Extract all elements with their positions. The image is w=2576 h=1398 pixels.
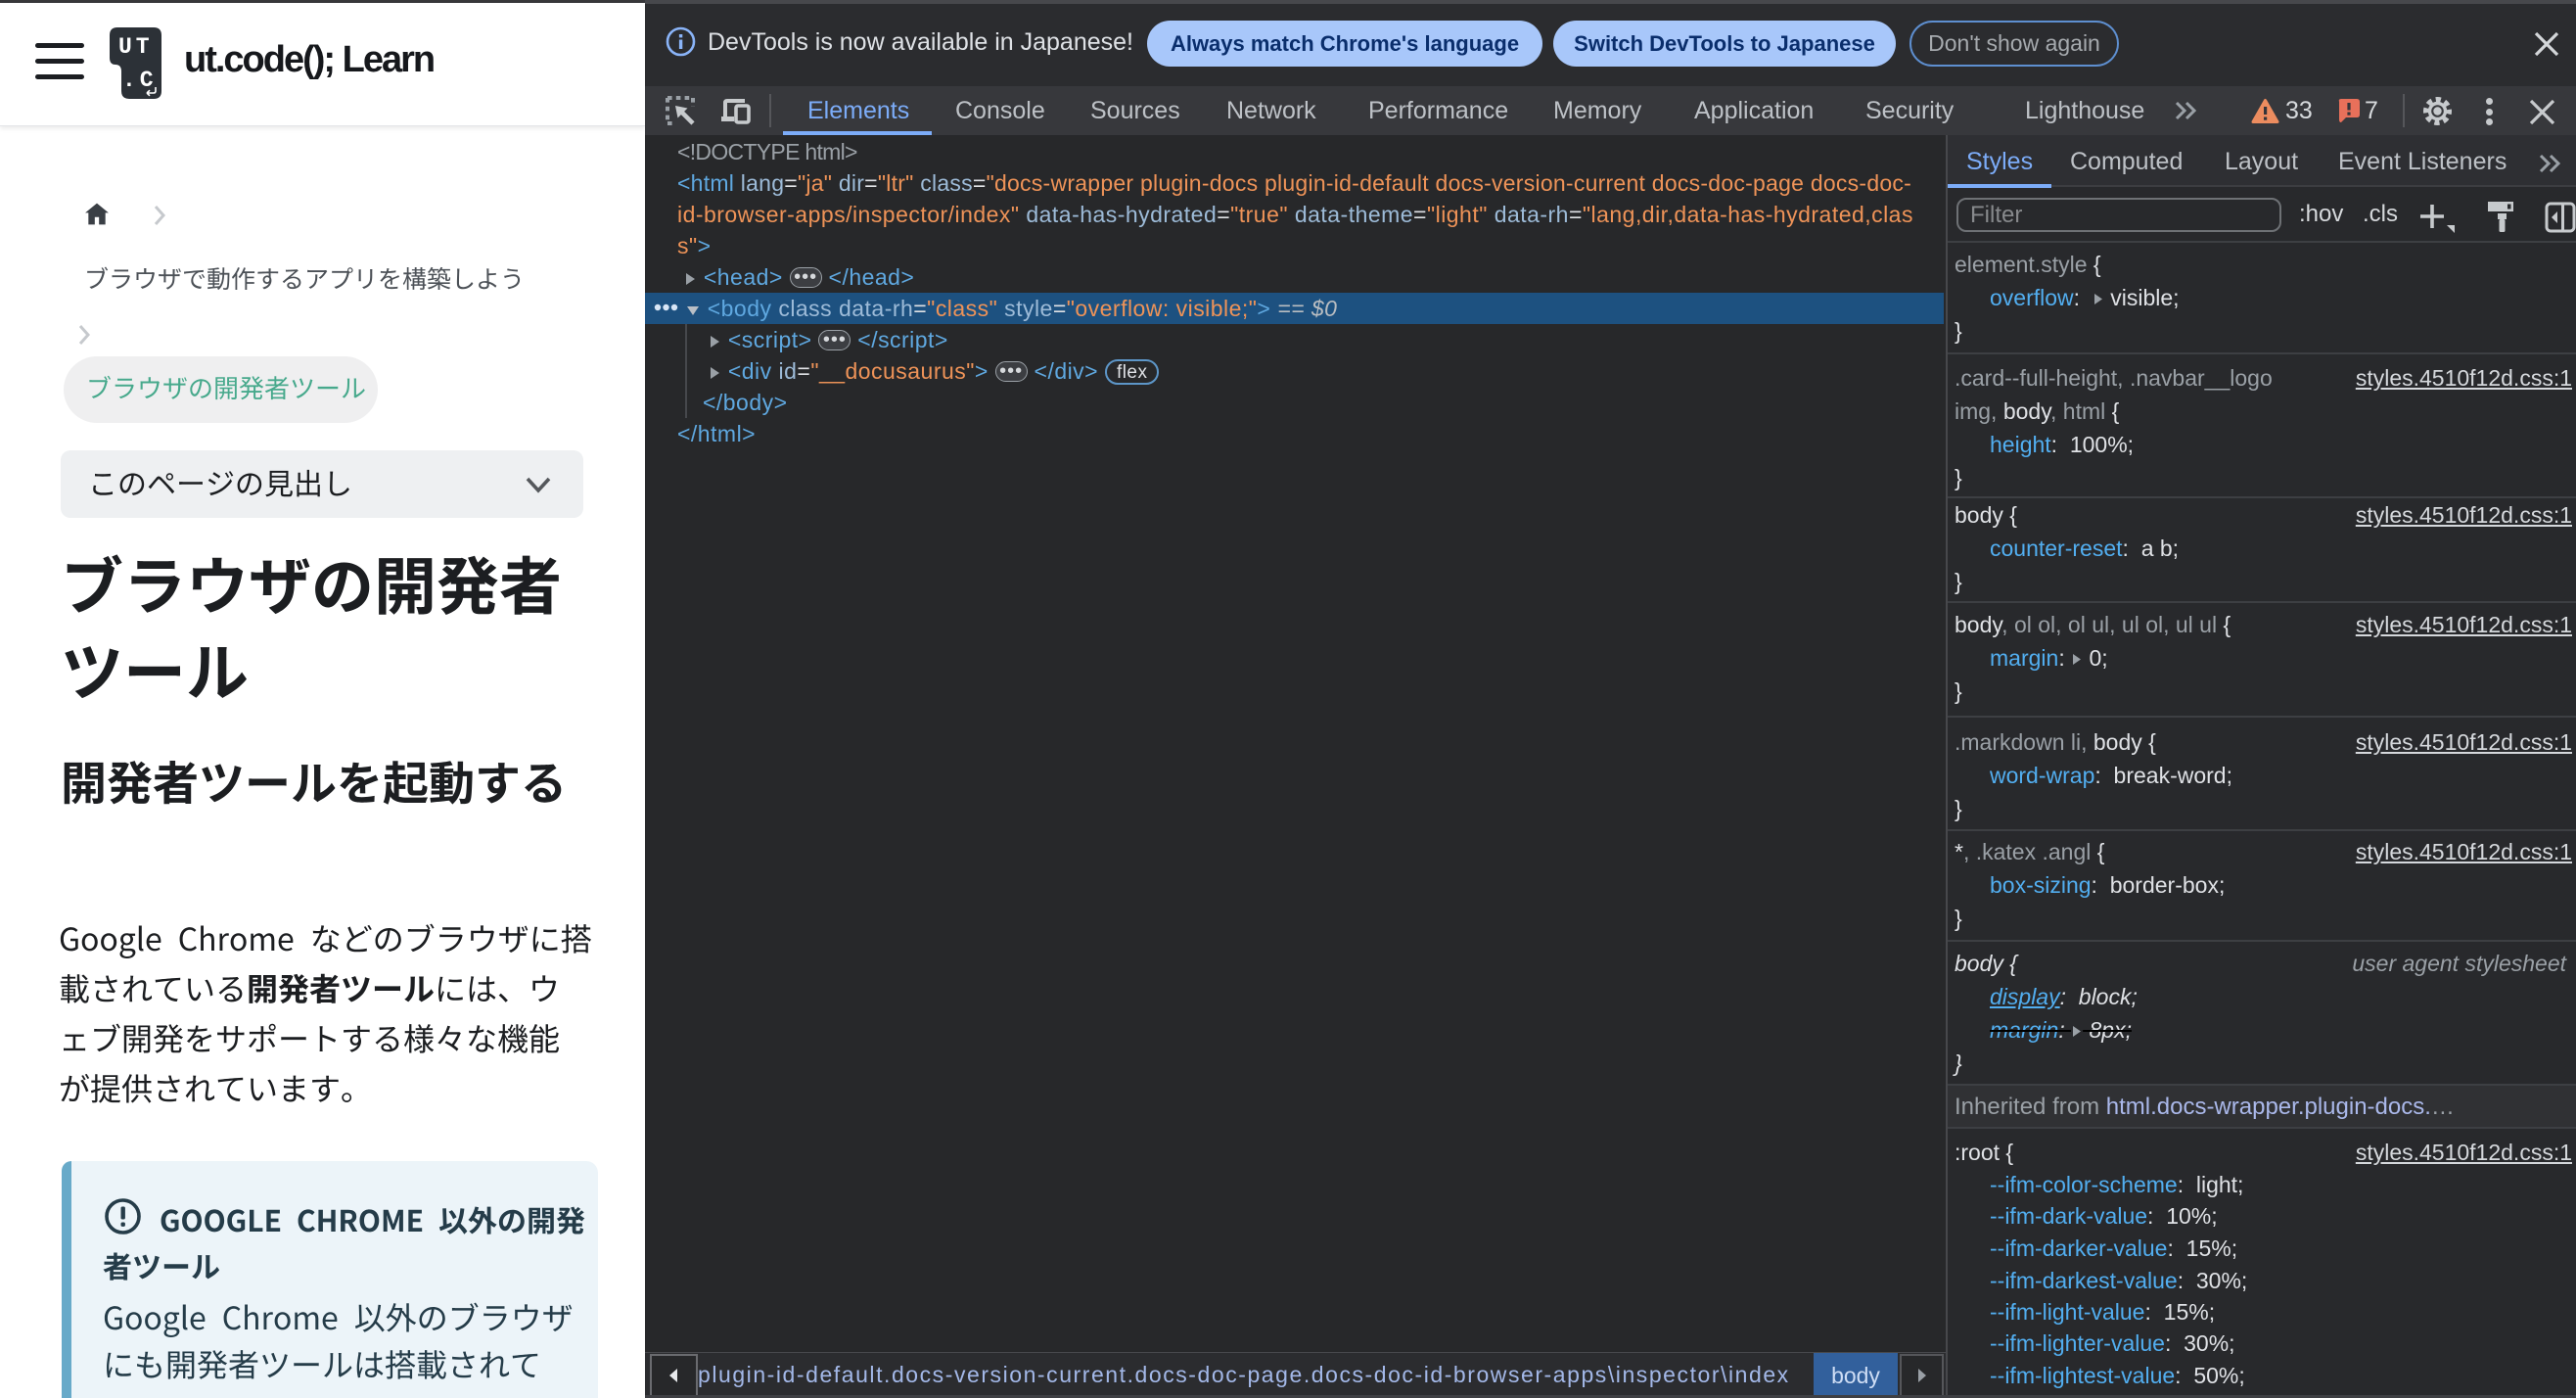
- svg-text:.C: .C: [122, 68, 158, 93]
- svg-text:UT: UT: [118, 34, 154, 60]
